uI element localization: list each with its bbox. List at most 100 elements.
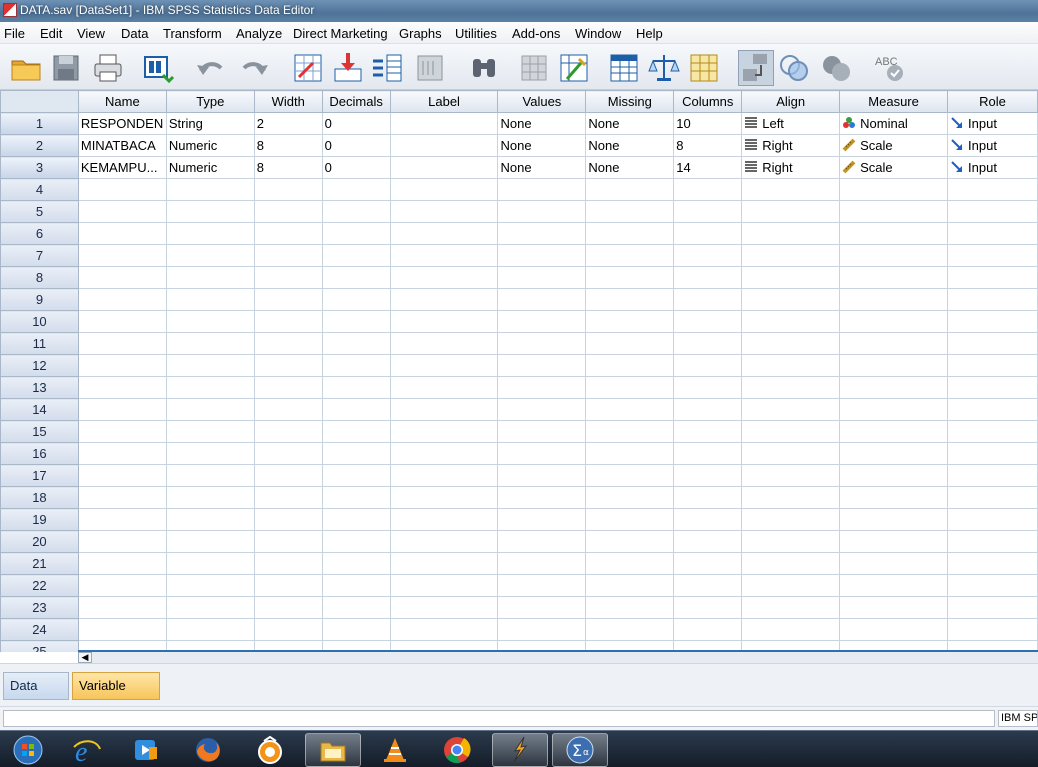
cell-measure[interactable]: [839, 376, 949, 399]
cell-role[interactable]: [947, 244, 1038, 267]
cell-values[interactable]: [497, 508, 587, 531]
row-number[interactable]: 6: [0, 222, 79, 245]
cell-missing[interactable]: [585, 200, 675, 223]
cell-name[interactable]: [77, 596, 167, 619]
row-number[interactable]: 9: [0, 288, 79, 311]
row-number[interactable]: 21: [0, 552, 79, 575]
cell-align[interactable]: [741, 398, 841, 421]
menu-utilities[interactable]: Utilities: [455, 26, 497, 41]
cell-align[interactable]: [741, 376, 841, 399]
cell-name[interactable]: RESPONDEN: [77, 112, 167, 135]
horizontal-scrollbar[interactable]: ◀: [78, 650, 1038, 663]
cell-width[interactable]: [253, 376, 323, 399]
cell-columns[interactable]: 14: [673, 156, 743, 179]
menu-edit[interactable]: Edit: [40, 26, 62, 41]
cell-measure[interactable]: [839, 486, 949, 509]
cell-type[interactable]: [165, 552, 255, 575]
cell-type[interactable]: [165, 310, 255, 333]
tab-variable-view[interactable]: Variable View: [72, 672, 160, 719]
cell-label[interactable]: [389, 376, 499, 399]
cell-values[interactable]: [497, 244, 587, 267]
col-header-align[interactable]: Align: [741, 90, 841, 113]
menu-data[interactable]: Data: [121, 26, 148, 41]
cell-missing[interactable]: [585, 266, 675, 289]
cell-decimals[interactable]: [321, 376, 391, 399]
col-header-decimals[interactable]: Decimals: [321, 90, 391, 113]
cell-role[interactable]: [947, 288, 1038, 311]
cell-name[interactable]: [77, 508, 167, 531]
cell-columns[interactable]: [673, 332, 743, 355]
cell-decimals[interactable]: [321, 552, 391, 575]
cell-name[interactable]: [77, 398, 167, 421]
cell-align[interactable]: [741, 618, 841, 641]
cell-align[interactable]: [741, 442, 841, 465]
cell-columns[interactable]: [673, 420, 743, 443]
cell-values[interactable]: [497, 398, 587, 421]
cell-type[interactable]: [165, 178, 255, 201]
cell-label[interactable]: [389, 530, 499, 553]
col-header-width[interactable]: Width: [253, 90, 323, 113]
cell-measure[interactable]: [839, 266, 949, 289]
cell-missing[interactable]: [585, 222, 675, 245]
print-icon[interactable]: [90, 50, 126, 86]
spell-check-icon[interactable]: ABC: [870, 50, 906, 86]
cell-label[interactable]: [389, 332, 499, 355]
cell-align[interactable]: [741, 244, 841, 267]
cell-label[interactable]: [389, 310, 499, 333]
cell-missing[interactable]: [585, 486, 675, 509]
cell-width[interactable]: [253, 200, 323, 223]
row-number[interactable]: 16: [0, 442, 79, 465]
col-header-role[interactable]: Role: [947, 90, 1038, 113]
cell-type[interactable]: [165, 222, 255, 245]
cell-columns[interactable]: [673, 354, 743, 377]
winamp-icon[interactable]: [492, 733, 548, 767]
cell-align[interactable]: [741, 222, 841, 245]
row-number[interactable]: 15: [0, 420, 79, 443]
cell-values[interactable]: [497, 574, 587, 597]
cell-decimals[interactable]: [321, 266, 391, 289]
cell-missing[interactable]: [585, 464, 675, 487]
cell-name[interactable]: [77, 574, 167, 597]
cell-label[interactable]: [389, 354, 499, 377]
cell-decimals[interactable]: [321, 596, 391, 619]
col-header-columns[interactable]: Columns: [673, 90, 743, 113]
value-labels-icon[interactable]: [738, 50, 774, 86]
cell-decimals[interactable]: [321, 574, 391, 597]
cell-type[interactable]: [165, 618, 255, 641]
internet-explorer-icon[interactable]: e: [58, 733, 114, 767]
cell-width[interactable]: [253, 244, 323, 267]
cell-decimals[interactable]: [321, 398, 391, 421]
cell-width[interactable]: [253, 420, 323, 443]
start-orb-icon[interactable]: [0, 733, 56, 767]
cell-missing[interactable]: [585, 530, 675, 553]
row-number[interactable]: 1: [0, 112, 79, 135]
file-explorer-icon[interactable]: [305, 733, 361, 767]
cell-name[interactable]: [77, 244, 167, 267]
col-header-measure[interactable]: Measure: [839, 90, 949, 113]
cell-decimals[interactable]: [321, 354, 391, 377]
cell-type[interactable]: [165, 200, 255, 223]
cell-measure[interactable]: [839, 200, 949, 223]
cell-measure[interactable]: [839, 530, 949, 553]
goto-case-icon[interactable]: [290, 50, 326, 86]
cell-measure[interactable]: Scale: [839, 156, 949, 179]
cell-role[interactable]: [947, 596, 1038, 619]
cell-type[interactable]: [165, 376, 255, 399]
cell-align[interactable]: [741, 530, 841, 553]
cell-label[interactable]: [389, 508, 499, 531]
cell-role[interactable]: [947, 332, 1038, 355]
scroll-left-arrow-icon[interactable]: ◀: [78, 652, 92, 663]
cell-values[interactable]: [497, 376, 587, 399]
cell-role[interactable]: [947, 178, 1038, 201]
cell-missing[interactable]: [585, 178, 675, 201]
tab-data-view[interactable]: Data View: [3, 672, 69, 719]
cell-name[interactable]: [77, 222, 167, 245]
vlc-icon[interactable]: [367, 733, 423, 767]
cell-decimals[interactable]: [321, 420, 391, 443]
menu-analyze[interactable]: Analyze: [236, 26, 282, 41]
cell-label[interactable]: [389, 618, 499, 641]
cell-values[interactable]: [497, 552, 587, 575]
cell-columns[interactable]: [673, 244, 743, 267]
cell-decimals[interactable]: 0: [321, 134, 391, 157]
cell-columns[interactable]: 10: [673, 112, 743, 135]
